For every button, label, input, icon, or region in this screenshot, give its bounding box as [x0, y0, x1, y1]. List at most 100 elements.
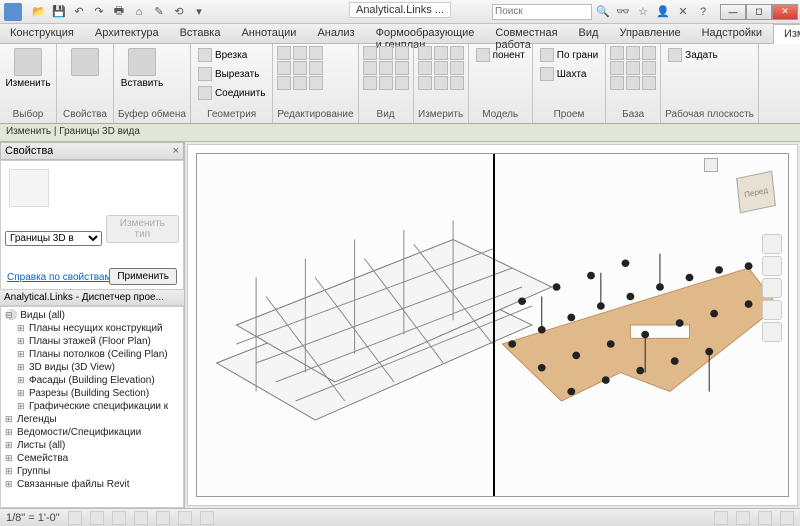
- ribbon-icon[interactable]: [418, 61, 432, 75]
- ribbon-icon[interactable]: [434, 76, 448, 90]
- qat-open-icon[interactable]: 📂: [30, 3, 48, 21]
- viewcube[interactable]: Перед: [728, 160, 782, 214]
- ribbon-icon[interactable]: [434, 61, 448, 75]
- signin-icon[interactable]: 👤: [654, 3, 672, 21]
- ribbon-tab-9[interactable]: Надстройки: [692, 24, 773, 43]
- ribbon-icon[interactable]: [379, 76, 393, 90]
- tree-item-5[interactable]: Разрезы (Building Section): [3, 387, 181, 400]
- nav-look-icon[interactable]: [762, 322, 782, 342]
- ribbon-icon[interactable]: [642, 61, 656, 75]
- ribbon-icon[interactable]: [363, 61, 377, 75]
- ribbon-icon[interactable]: [395, 61, 409, 75]
- tree-extra-5[interactable]: Связанные файлы Revit: [3, 478, 181, 491]
- edit-type-button[interactable]: Изменить тип: [106, 215, 179, 243]
- ribbon-icon[interactable]: [626, 76, 640, 90]
- ribbon-btn-8-1[interactable]: Шахта: [537, 65, 601, 83]
- ribbon-tab-8[interactable]: Управление: [609, 24, 691, 43]
- ribbon-icon[interactable]: [626, 61, 640, 75]
- ribbon-icon[interactable]: [379, 46, 393, 60]
- tree-item-0[interactable]: Планы несущих конструкций: [3, 322, 181, 335]
- tree-item-2[interactable]: Планы потолков (Ceiling Plan): [3, 348, 181, 361]
- viewcube-face[interactable]: Перед: [736, 171, 776, 214]
- qat-dropdown-icon[interactable]: ▾: [190, 3, 208, 21]
- tree-extra-3[interactable]: Семейства: [3, 452, 181, 465]
- status-shadow-icon[interactable]: [134, 511, 148, 525]
- viewport-3d[interactable]: Перед: [187, 144, 798, 506]
- properties-close-icon[interactable]: ×: [173, 145, 179, 157]
- ribbon-icon[interactable]: [309, 61, 323, 75]
- tree-root[interactable]: ⚪ Виды (all): [3, 309, 181, 322]
- close-button[interactable]: ✕: [772, 4, 798, 20]
- ribbon-tab-2[interactable]: Вставка: [170, 24, 232, 43]
- ribbon-icon[interactable]: [293, 46, 307, 60]
- binoculars-icon[interactable]: 👓: [614, 3, 632, 21]
- ribbon-tab-1[interactable]: Архитектура: [85, 24, 170, 43]
- status-workset-icon[interactable]: [714, 511, 728, 525]
- ribbon-icon[interactable]: [450, 46, 464, 60]
- status-detail-icon[interactable]: [68, 511, 82, 525]
- tree-item-1[interactable]: Планы этажей (Floor Plan): [3, 335, 181, 348]
- ribbon-icon[interactable]: [610, 61, 624, 75]
- ribbon-icon[interactable]: [277, 76, 291, 90]
- ribbon-btn-7-0[interactable]: понент: [473, 46, 528, 64]
- ribbon-icon[interactable]: [277, 61, 291, 75]
- tree-item-4[interactable]: Фасады (Building Elevation): [3, 374, 181, 387]
- nav-pan-icon[interactable]: [762, 256, 782, 276]
- ribbon-tab-0[interactable]: Конструкция: [0, 24, 85, 43]
- viewport-canvas[interactable]: Перед: [196, 153, 789, 497]
- qat-sync-icon[interactable]: ⟲: [170, 3, 188, 21]
- ribbon-icon[interactable]: [626, 46, 640, 60]
- ribbon-btn-0-0[interactable]: Изменить: [4, 46, 52, 91]
- tree-item-3[interactable]: 3D виды (3D View): [3, 361, 181, 374]
- status-crop-icon[interactable]: [156, 511, 170, 525]
- ribbon-tab-6[interactable]: Совместная работа: [485, 24, 568, 43]
- nav-orbit-icon[interactable]: [762, 300, 782, 320]
- tree-extra-0[interactable]: Легенды: [3, 413, 181, 426]
- ribbon-icon[interactable]: [309, 76, 323, 90]
- qat-undo-icon[interactable]: ↶: [70, 3, 88, 21]
- viewport-toolbar-icon[interactable]: [704, 158, 718, 172]
- ribbon-icon[interactable]: [610, 46, 624, 60]
- ribbon-icon[interactable]: [293, 61, 307, 75]
- ribbon-icon[interactable]: [450, 61, 464, 75]
- project-browser[interactable]: ⚪ Виды (all)Планы несущих конструкцийПла…: [0, 306, 184, 508]
- ribbon-tab-10[interactable]: Изменить: [773, 24, 800, 44]
- status-design-opt-icon[interactable]: [758, 511, 772, 525]
- search-input[interactable]: [492, 4, 592, 20]
- ribbon-icon[interactable]: [642, 46, 656, 60]
- status-hide-icon[interactable]: [200, 511, 214, 525]
- tree-item-6[interactable]: Графические спецификации к: [3, 400, 181, 413]
- ribbon-btn-8-0[interactable]: По грани: [537, 46, 601, 64]
- ribbon-icon[interactable]: [395, 76, 409, 90]
- ribbon-icon[interactable]: [642, 76, 656, 90]
- status-editable-icon[interactable]: [736, 511, 750, 525]
- ribbon-icon[interactable]: [293, 76, 307, 90]
- nav-zoom-icon[interactable]: [762, 278, 782, 298]
- ribbon-tab-7[interactable]: Вид: [569, 24, 610, 43]
- qat-save-icon[interactable]: 💾: [50, 3, 68, 21]
- ribbon-btn-1-0[interactable]: [61, 46, 109, 80]
- status-scale[interactable]: 1/8" = 1'-0": [6, 512, 60, 524]
- status-sun-icon[interactable]: [112, 511, 126, 525]
- ribbon-icon[interactable]: [363, 76, 377, 90]
- app-icon[interactable]: [4, 3, 22, 21]
- qat-home-icon[interactable]: ⌂: [130, 3, 148, 21]
- ribbon-btn-3-2[interactable]: Соединить: [195, 84, 268, 102]
- ribbon-icon[interactable]: [309, 46, 323, 60]
- status-render-icon[interactable]: [178, 511, 192, 525]
- qat-measure-icon[interactable]: ✎: [150, 3, 168, 21]
- ribbon-btn-3-1[interactable]: Вырезать: [195, 65, 268, 83]
- ribbon-tab-4[interactable]: Анализ: [307, 24, 365, 43]
- tree-extra-2[interactable]: Листы (all): [3, 439, 181, 452]
- ribbon-btn-3-0[interactable]: Врезка: [195, 46, 268, 64]
- exchange-icon[interactable]: ✕: [674, 3, 692, 21]
- qat-print-icon[interactable]: 🖶: [110, 3, 128, 21]
- qat-redo-icon[interactable]: ↷: [90, 3, 108, 21]
- properties-help-link[interactable]: Справка по свойствам: [7, 272, 111, 283]
- ribbon-icon[interactable]: [363, 46, 377, 60]
- ribbon-tab-3[interactable]: Аннотации: [231, 24, 307, 43]
- minimize-button[interactable]: —: [720, 4, 746, 20]
- tree-extra-4[interactable]: Группы: [3, 465, 181, 478]
- ribbon-icon[interactable]: [450, 76, 464, 90]
- help-icon[interactable]: ?: [694, 3, 712, 21]
